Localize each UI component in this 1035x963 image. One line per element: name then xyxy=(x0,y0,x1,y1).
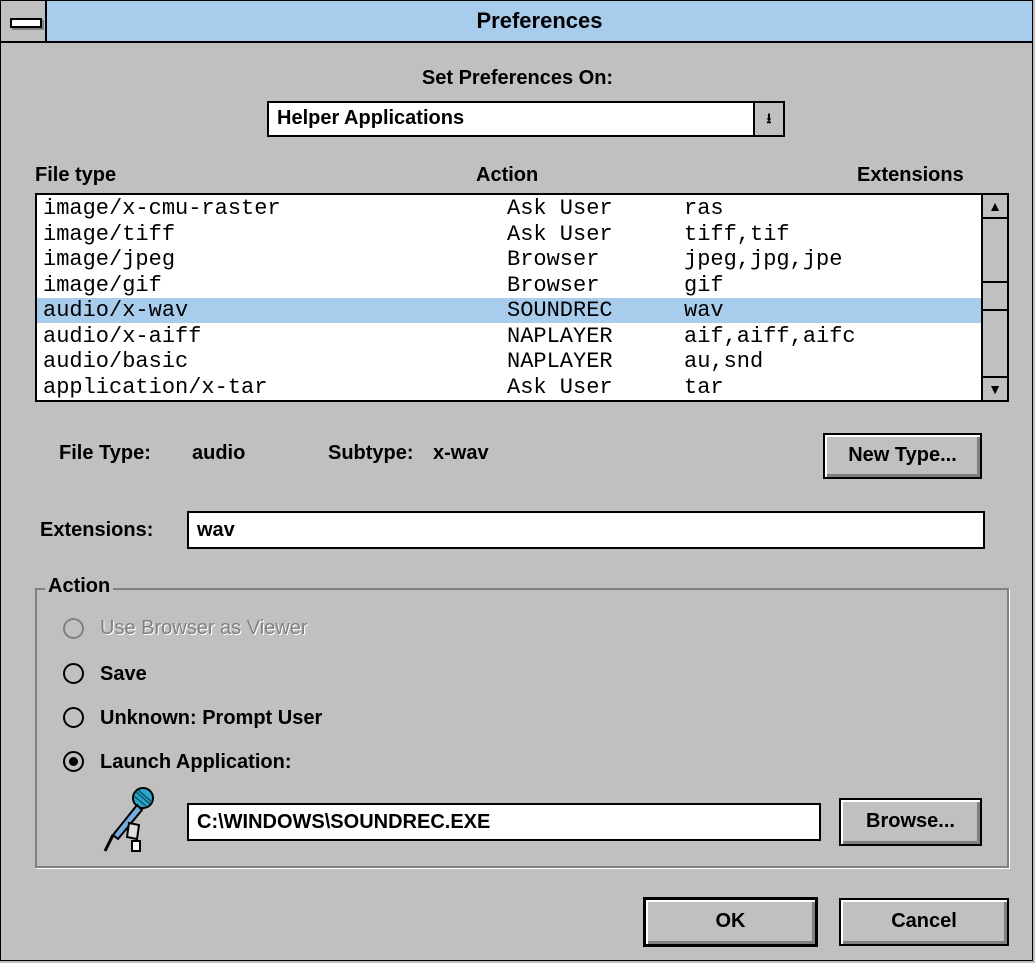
radio-label-launch-application[interactable]: Launch Application: xyxy=(100,751,291,774)
list-scrollbar[interactable]: ▲ ▼ xyxy=(981,195,1007,400)
subtype-label: Subtype: xyxy=(328,442,414,464)
table-row[interactable]: application/x-tar Ask User tar xyxy=(37,375,983,400)
extensions-field[interactable]: wav xyxy=(187,511,985,549)
action-group-legend: Action xyxy=(45,575,114,598)
cell-file-type: image/x-cmu-raster xyxy=(43,196,281,221)
scroll-up-arrow-icon[interactable]: ▲ xyxy=(983,195,1007,219)
subtype-value: x-wav xyxy=(433,442,489,464)
cell-file-type: audio/basic xyxy=(43,349,189,374)
cell-extensions: aif,aiff,aifc xyxy=(684,323,856,349)
radio-unknown-prompt[interactable] xyxy=(63,707,84,728)
table-row[interactable]: audio/x-aiff NAPLAYER aif,aiff,aifc xyxy=(37,324,983,349)
radio-label-unknown-prompt[interactable]: Unknown: Prompt User xyxy=(100,707,322,730)
file-type-label: File Type: xyxy=(59,442,151,464)
new-type-button[interactable]: New Type... xyxy=(823,433,982,479)
window-title: Preferences xyxy=(476,8,603,33)
cell-extensions: wav xyxy=(684,298,724,323)
cell-action: NAPLAYER xyxy=(507,349,613,374)
table-row[interactable]: image/x-cmu-raster Ask User ras xyxy=(37,196,983,221)
cell-action: Ask User xyxy=(507,374,613,400)
radio-use-browser xyxy=(63,618,84,639)
cell-extensions: ras xyxy=(684,196,724,221)
cell-file-type: audio/x-aiff xyxy=(43,323,202,349)
cell-file-type: image/tiff xyxy=(43,221,176,247)
cell-action: SOUNDREC xyxy=(507,298,613,323)
scroll-thumb[interactable] xyxy=(983,281,1007,311)
cell-extensions: tar xyxy=(684,374,724,400)
cell-action: NAPLAYER xyxy=(507,323,613,349)
file-type-list[interactable]: image/x-cmu-raster Ask User ras image/tiff A… xyxy=(35,193,1009,402)
table-row[interactable]: image/gif Browser gif xyxy=(37,273,983,298)
cell-action: Browser xyxy=(507,247,600,272)
preferences-category-select[interactable]: Helper Applications ⭳ xyxy=(267,101,785,137)
cell-extensions: au,snd xyxy=(684,349,764,374)
preferences-window: Preferences Set Preferences On: Helper A… xyxy=(0,0,1033,961)
radio-label-save[interactable]: Save xyxy=(100,663,147,686)
browse-button[interactable]: Browse... xyxy=(839,798,982,846)
dropdown-arrow-icon[interactable]: ⭳ xyxy=(753,103,783,135)
file-type-value: audio xyxy=(192,442,246,464)
column-header-action: Action xyxy=(476,164,539,186)
cell-action: Browser xyxy=(507,272,600,298)
cell-extensions: jpeg,jpg,jpe xyxy=(684,247,843,272)
cell-file-type: audio/x-wav xyxy=(43,298,189,323)
table-row[interactable]: audio/basic NAPLAYER au,snd xyxy=(37,349,983,374)
column-header-file-type: File type xyxy=(35,164,117,186)
cell-action: Ask User xyxy=(507,221,613,247)
cell-file-type: image/jpeg xyxy=(43,247,176,272)
application-path-field[interactable]: C:\WINDOWS\SOUNDREC.EXE xyxy=(187,803,821,841)
cancel-button[interactable]: Cancel xyxy=(839,898,1009,946)
scroll-down-arrow-icon[interactable]: ▼ xyxy=(983,376,1007,400)
cell-extensions: tiff,tif xyxy=(684,221,790,247)
cell-action: Ask User xyxy=(507,196,613,221)
system-menu-icon[interactable] xyxy=(1,1,47,41)
cell-file-type: image/gif xyxy=(43,272,162,298)
set-preferences-label: Set Preferences On: xyxy=(421,67,614,89)
preferences-category-value: Helper Applications xyxy=(277,107,465,129)
cell-file-type: application/x-tar xyxy=(43,374,268,400)
microphone-icon xyxy=(103,787,154,852)
table-row[interactable]: image/tiff Ask User tiff,tif xyxy=(37,222,983,247)
table-row[interactable]: image/jpeg Browser jpeg,jpg,jpe xyxy=(37,247,983,272)
radio-launch-application[interactable] xyxy=(63,751,84,772)
title-bar[interactable]: Preferences xyxy=(1,1,1032,43)
radio-save[interactable] xyxy=(63,663,84,684)
ok-button[interactable]: OK xyxy=(643,897,818,947)
radio-label-use-browser: Use Browser as Viewer xyxy=(100,617,308,639)
column-header-extensions: Extensions xyxy=(857,164,964,186)
extensions-label: Extensions: xyxy=(40,519,154,541)
table-row[interactable]: audio/x-wav SOUNDREC wav xyxy=(37,298,983,323)
cell-extensions: gif xyxy=(684,272,724,298)
